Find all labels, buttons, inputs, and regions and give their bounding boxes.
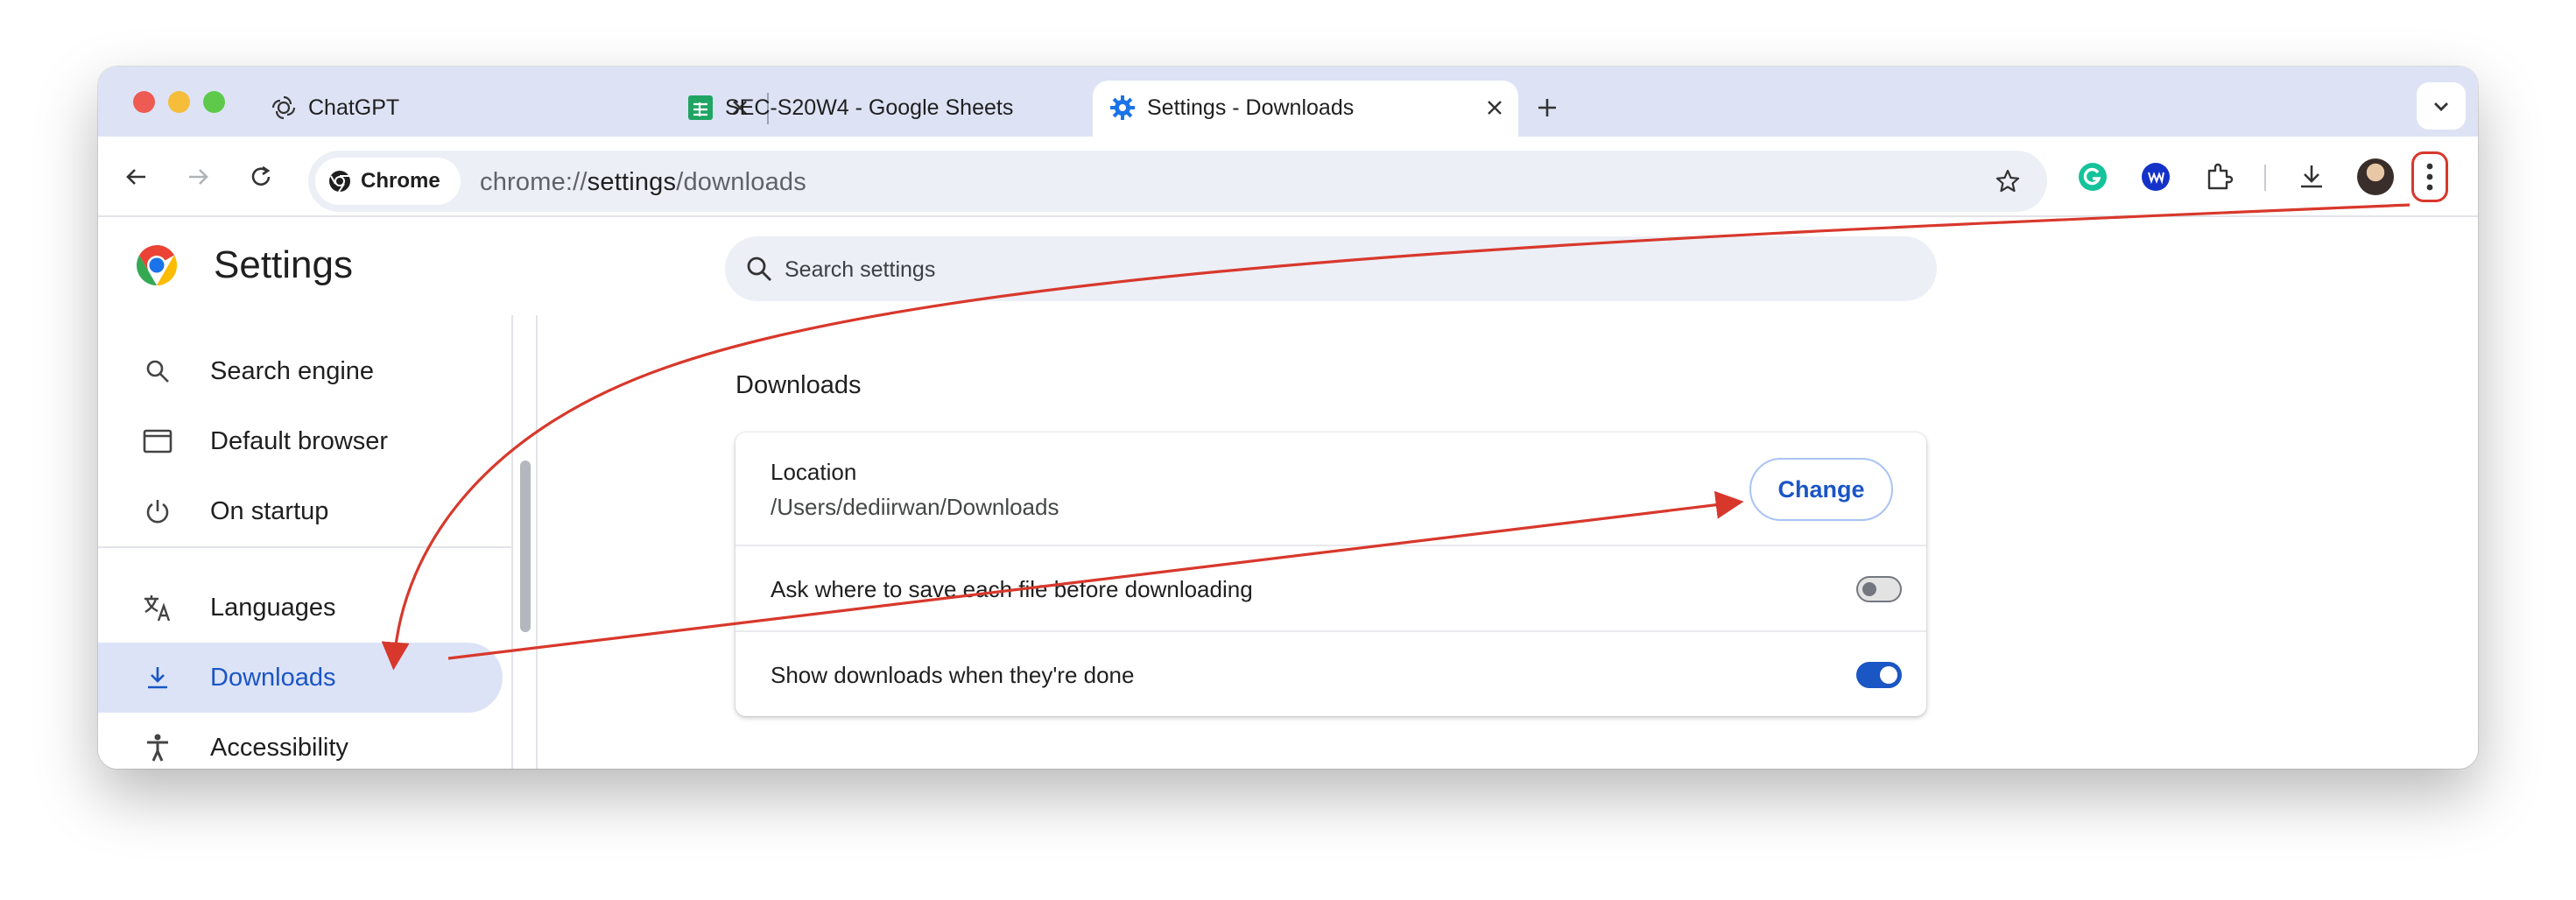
show-downloads-toggle[interactable] (1856, 662, 1902, 688)
extension-icon[interactable] (2136, 158, 2175, 196)
grammarly-extension-icon[interactable] (2073, 158, 2112, 196)
chip-label: Chrome (361, 169, 440, 193)
browser-window-icon (140, 424, 175, 459)
settings-gear-icon (1109, 94, 1137, 122)
ask-where-toggle[interactable] (1856, 576, 1902, 602)
download-icon (2301, 165, 2322, 188)
close-tab-icon[interactable] (1480, 93, 1510, 123)
sidebar-item-accessibility[interactable]: Accessibility (98, 713, 503, 769)
change-location-button[interactable]: Change (1749, 458, 1893, 521)
url-text: chrome://settings/downloads (480, 168, 806, 196)
chrome-logo-icon (329, 171, 350, 193)
chevron-down-icon (2434, 102, 2448, 111)
accessibility-icon (140, 730, 175, 765)
tab-strip: ChatGPT SEC-S20W4 - Google Sheets Settin… (98, 67, 2478, 137)
forward-arrow-icon (189, 169, 208, 185)
address-bar[interactable]: Chrome chrome://settings/downloads (308, 151, 2047, 212)
sidebar-scrollbar[interactable] (511, 315, 538, 769)
back-button[interactable] (116, 156, 158, 198)
sidebar-item-languages[interactable]: Languages (98, 573, 503, 643)
sidebar-item-downloads[interactable]: Downloads (98, 643, 503, 713)
toolbar-divider (2264, 165, 2266, 191)
chatgpt-icon (270, 94, 298, 122)
tab-title: Settings - Downloads (1147, 95, 1355, 120)
extensions-puzzle-icon[interactable] (2199, 158, 2238, 196)
close-window-button[interactable] (133, 91, 155, 113)
settings-page: Settings Search settings Search engine D… (98, 217, 2478, 769)
back-arrow-icon (126, 169, 145, 185)
ask-where-label: Ask where to save each file before downl… (771, 576, 1253, 602)
translate-icon (140, 590, 175, 625)
page-title: Settings (214, 243, 353, 286)
tab-title: ChatGPT (308, 95, 400, 120)
browser-window: ChatGPT SEC-S20W4 - Google Sheets Settin… (98, 67, 2478, 769)
power-icon (140, 494, 175, 529)
sidebar-item-default-browser[interactable]: Default browser (98, 406, 503, 476)
sidebar-item-on-startup[interactable]: On startup (98, 476, 503, 546)
settings-sidebar: Search engine Default browser On startup (98, 315, 511, 769)
show-downloads-row[interactable]: Show downloads when they're done (735, 630, 1926, 716)
scrollbar-thumb[interactable] (520, 461, 531, 632)
search-icon (140, 354, 175, 389)
profile-avatar[interactable] (2357, 158, 2394, 195)
more-vert-icon (2426, 163, 2433, 191)
ask-where-row[interactable]: Ask where to save each file before downl… (735, 545, 1926, 630)
new-tab-button[interactable] (1527, 88, 1567, 128)
show-downloads-label: Show downloads when they're done (771, 662, 1135, 688)
toolbar: Chrome chrome://settings/downloads (98, 137, 2478, 217)
location-path: /Users/dediirwan/Downloads (771, 494, 1059, 520)
location-label: Location (771, 459, 857, 485)
search-icon (744, 254, 774, 288)
tab-search-button[interactable] (2417, 82, 2466, 130)
search-placeholder: Search settings (785, 257, 936, 282)
sidebar-divider (98, 546, 511, 548)
section-title: Downloads (735, 371, 862, 399)
reload-icon (251, 165, 271, 186)
location-row: Location /Users/dediirwan/Downloads Chan… (735, 432, 1926, 545)
maximize-window-button[interactable] (203, 91, 225, 113)
minimize-window-button[interactable] (168, 91, 190, 113)
chrome-menu-button[interactable] (2411, 151, 2448, 202)
plus-icon (1538, 99, 1556, 116)
forward-button[interactable] (177, 156, 219, 198)
chrome-logo-icon (135, 243, 179, 287)
bookmark-star-icon[interactable] (1988, 161, 2028, 201)
tab-title: SEC-S20W4 - Google Sheets (725, 95, 1014, 120)
search-settings-input[interactable]: Search settings (725, 236, 1937, 301)
site-info-chip[interactable]: Chrome (315, 158, 461, 205)
download-icon (140, 660, 175, 695)
tab-settings-downloads[interactable]: Settings - Downloads (1093, 81, 1518, 137)
downloads-settings-card: Location /Users/dediirwan/Downloads Chan… (735, 432, 1926, 716)
reload-button[interactable] (240, 156, 282, 198)
downloads-button[interactable] (2292, 158, 2331, 196)
sidebar-item-search-engine[interactable]: Search engine (98, 336, 503, 406)
google-sheets-icon (686, 94, 714, 122)
